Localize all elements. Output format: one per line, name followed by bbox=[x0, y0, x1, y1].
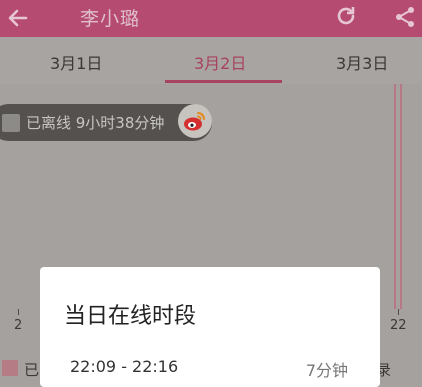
legend-swatch bbox=[2, 360, 18, 376]
offline-status-text: 已离线 9小时38分钟 bbox=[26, 114, 165, 132]
axis-label-start: 2 bbox=[14, 318, 23, 333]
share-icon[interactable] bbox=[393, 5, 417, 29]
refresh-icon[interactable] bbox=[334, 4, 358, 28]
online-periods-dialog: 当日在线时段 22:09 - 22:16 7分钟 bbox=[40, 267, 380, 387]
period-time-range: 22:09 - 22:16 bbox=[70, 357, 179, 376]
tab-march-1[interactable]: 3月1日 bbox=[50, 50, 102, 74]
legend-label-left: 已 bbox=[24, 361, 40, 379]
axis-tick bbox=[18, 309, 19, 315]
active-tab-indicator bbox=[165, 80, 282, 83]
tab-march-3[interactable]: 3月3日 bbox=[336, 50, 388, 74]
dialog-title: 当日在线时段 bbox=[64, 304, 197, 329]
weibo-icon bbox=[184, 112, 205, 131]
online-period-bar bbox=[400, 84, 402, 309]
app-bar: 李小璐 bbox=[0, 0, 422, 37]
axis-tick bbox=[398, 309, 399, 315]
axis-label-end: 22 bbox=[390, 318, 407, 333]
online-period-bar bbox=[394, 84, 396, 309]
status-checkbox[interactable] bbox=[2, 114, 20, 132]
back-arrow-icon[interactable] bbox=[6, 6, 30, 30]
weibo-button[interactable] bbox=[178, 104, 212, 138]
tab-march-2[interactable]: 3月2日 bbox=[194, 50, 246, 74]
date-tabs: 3月1日 3月2日 3月3日 bbox=[0, 37, 422, 84]
page-title: 李小璐 bbox=[80, 8, 141, 30]
period-duration: 7分钟 bbox=[305, 361, 348, 380]
